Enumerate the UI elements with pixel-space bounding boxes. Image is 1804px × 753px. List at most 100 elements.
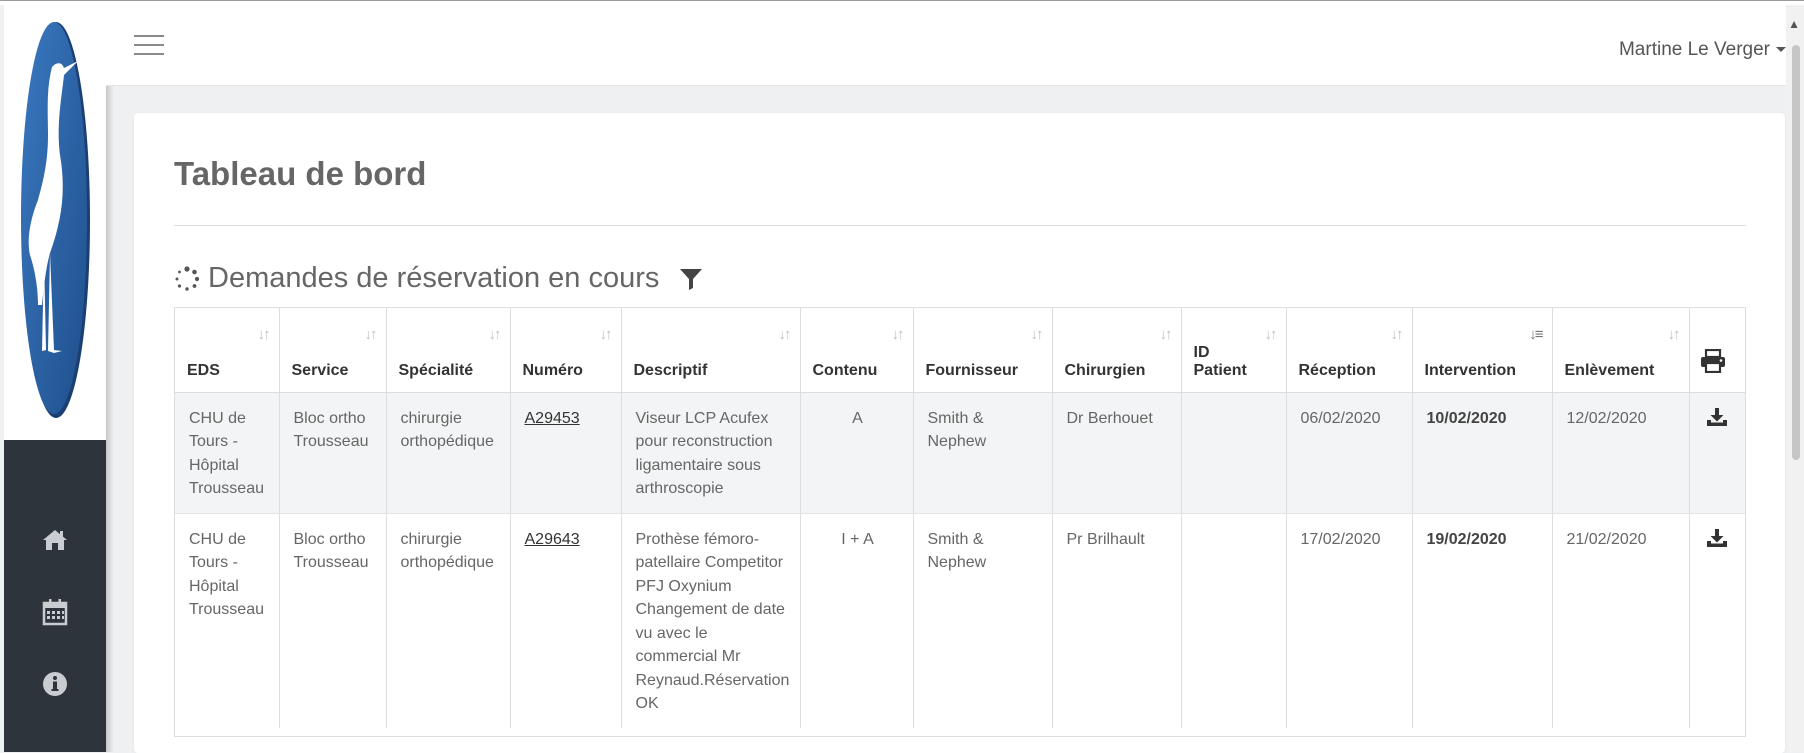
logo[interactable] xyxy=(4,5,106,440)
cell-eds: CHU de Tours - Hôpital Trousseau xyxy=(175,392,280,514)
cell-numero: A29643 xyxy=(510,513,622,728)
cell-download xyxy=(1689,513,1745,728)
column-label: Intervention xyxy=(1424,361,1517,379)
print-column-header xyxy=(1689,308,1745,393)
page-scrollbar[interactable]: ▲ xyxy=(1786,5,1804,752)
download-button[interactable] xyxy=(1706,407,1728,435)
column-label: Descriptif xyxy=(633,361,708,379)
sidebar-nav xyxy=(4,440,106,752)
sidebar-item-calendar[interactable] xyxy=(37,594,73,630)
divider xyxy=(174,225,1746,226)
column-header-enlevement[interactable]: ↓↑ Enlèvement xyxy=(1552,308,1690,393)
cell-eds: CHU de Tours - Hôpital Trousseau xyxy=(175,513,280,728)
scroll-up-icon[interactable]: ▲ xyxy=(1788,17,1800,31)
column-label: Contenu xyxy=(812,361,878,379)
cell-specialite: chirurgie orthopédique xyxy=(386,392,511,514)
info-icon xyxy=(43,672,67,696)
column-header-chirurgien[interactable]: ↓↑ Chirurgien xyxy=(1052,308,1182,393)
column-header-fournisseur[interactable]: ↓↑ Fournisseur xyxy=(913,308,1053,393)
reservation-number-link[interactable]: A29643 xyxy=(525,531,580,548)
column-header-contenu[interactable]: ↓↑ Contenu xyxy=(800,308,914,393)
column-header-specialite[interactable]: ↓↑ Spécialité xyxy=(386,308,511,393)
column-label: Réception xyxy=(1298,361,1376,379)
column-label: Fournisseur xyxy=(925,361,1018,379)
column-label: EDS xyxy=(187,361,220,379)
cell-service: Bloc ortho Trousseau xyxy=(279,513,387,728)
spinner-icon xyxy=(175,265,200,291)
sort-icon: ↓↑ xyxy=(257,326,271,343)
download-icon xyxy=(1707,407,1727,426)
hamburger-line xyxy=(134,53,164,55)
column-label: Service xyxy=(291,361,349,379)
column-header-service[interactable]: ↓↑ Service xyxy=(279,308,387,393)
sort-icon: ↓↑ xyxy=(488,326,502,343)
sort-icon: ↓↑ xyxy=(1667,326,1681,343)
cell-intervention: 10/02/2020 xyxy=(1412,392,1553,514)
top-border xyxy=(0,0,1804,5)
calendar-icon xyxy=(42,599,68,626)
column-label: Spécialité xyxy=(398,361,474,379)
cell-descriptif: Viseur LCP Acufex pour reconstruction li… xyxy=(621,392,801,514)
column-header-descriptif[interactable]: ↓↑ Descriptif xyxy=(621,308,801,393)
cell-enlevement: 12/02/2020 xyxy=(1552,392,1690,514)
home-icon xyxy=(43,530,67,550)
sort-icon: ↓↑ xyxy=(1030,326,1044,343)
sort-icon: ↓↑ xyxy=(1159,326,1173,343)
sidebar-item-home[interactable] xyxy=(37,522,73,558)
user-menu[interactable]: Martine Le Verger xyxy=(1619,39,1786,61)
reservation-number-link[interactable]: A29453 xyxy=(525,410,580,427)
heron-logo-icon xyxy=(21,22,90,418)
hamburger-line xyxy=(134,44,164,46)
top-header: Martine Le Verger xyxy=(106,5,1786,86)
sort-icon: ↓↑ xyxy=(599,326,613,343)
table-row[interactable]: CHU de Tours - Hôpital Trousseau Bloc or… xyxy=(175,513,1745,728)
column-label: Enlèvement xyxy=(1564,361,1655,379)
cell-specialite: chirurgie orthopédique xyxy=(386,513,511,728)
column-header-eds[interactable]: ↓↑ EDS xyxy=(175,308,280,393)
sidebar-item-info[interactable] xyxy=(37,666,73,702)
table-row[interactable]: CHU de Tours - Hôpital Trousseau Bloc or… xyxy=(175,392,1745,514)
cell-contenu: I + A xyxy=(800,513,914,728)
filter-icon[interactable] xyxy=(679,268,703,290)
cell-reception: 17/02/2020 xyxy=(1286,513,1413,728)
cell-fournisseur: Smith & Nephew xyxy=(913,392,1053,514)
column-label: Numéro xyxy=(522,361,583,379)
cell-enlevement: 21/02/2020 xyxy=(1552,513,1690,728)
download-button[interactable] xyxy=(1706,528,1728,556)
column-header-id-patient[interactable]: ↓↑ ID Patient xyxy=(1181,308,1287,393)
column-label: ID Patient xyxy=(1193,343,1247,379)
sort-icon: ↓↑ xyxy=(778,326,792,343)
sort-icon: ↓↑ xyxy=(364,326,378,343)
sort-icon: ↓↑ xyxy=(1390,326,1404,343)
cell-id-patient xyxy=(1181,513,1287,728)
sort-ascending-icon: ↓≡ xyxy=(1529,326,1543,343)
column-header-intervention[interactable]: ↓≡ Intervention xyxy=(1412,308,1553,393)
user-name: Martine Le Verger xyxy=(1618,39,1770,60)
cell-id-patient xyxy=(1181,392,1287,514)
cell-download xyxy=(1689,392,1745,514)
cell-numero: A29453 xyxy=(510,392,622,514)
sort-icon: ↓↑ xyxy=(891,326,905,343)
page-title: Tableau de bord xyxy=(174,155,427,192)
scrollbar-thumb[interactable] xyxy=(1792,45,1800,460)
table-header-row: ↓↑ EDS ↓↑ Service ↓↑ Spécialité ↓↑ Numéro ↓↑… xyxy=(175,308,1745,393)
column-header-reception[interactable]: ↓↑ Réception xyxy=(1286,308,1413,393)
cell-intervention: 19/02/2020 xyxy=(1412,513,1553,728)
cell-contenu: A xyxy=(800,392,914,514)
sidebar-shadow xyxy=(106,86,114,752)
cell-fournisseur: Smith & Nephew xyxy=(913,513,1053,728)
cell-chirurgien: Pr Brilhault xyxy=(1052,513,1182,728)
cell-service: Bloc ortho Trousseau xyxy=(279,392,387,514)
section-title: Demandes de réservation en cours xyxy=(208,262,660,294)
column-header-numero[interactable]: ↓↑ Numéro xyxy=(510,308,622,393)
section-header: Demandes de réservation en cours xyxy=(174,262,703,295)
column-label: Chirurgien xyxy=(1064,361,1146,379)
hamburger-line xyxy=(134,35,164,37)
menu-toggle-button[interactable] xyxy=(134,35,164,59)
cell-chirurgien: Dr Berhouet xyxy=(1052,392,1182,514)
download-icon xyxy=(1707,528,1727,547)
reservations-table: ↓↑ EDS ↓↑ Service ↓↑ Spécialité ↓↑ Numéro ↓↑… xyxy=(174,307,1746,737)
print-icon[interactable] xyxy=(1700,348,1726,373)
caret-down-icon xyxy=(1776,47,1786,53)
sort-icon: ↓↑ xyxy=(1264,326,1278,343)
